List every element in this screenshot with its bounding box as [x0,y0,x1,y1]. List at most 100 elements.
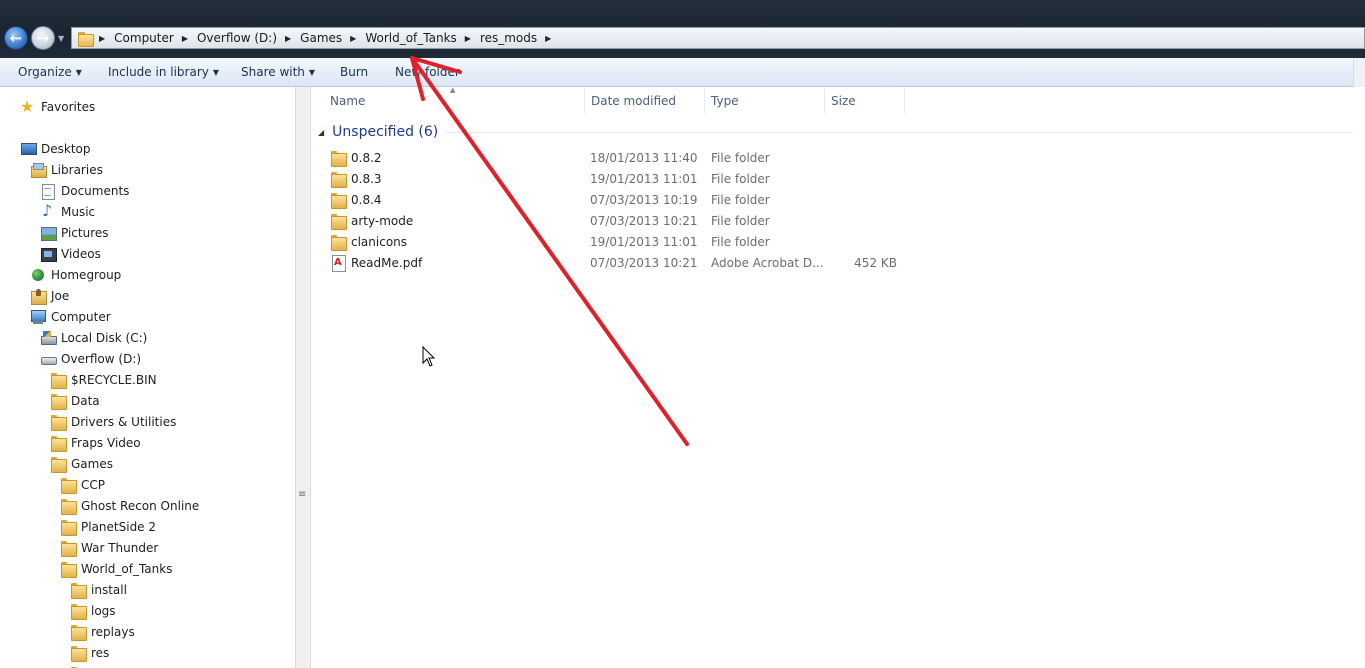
file-size: 452 KB [854,255,897,270]
file-type: File folder [711,234,770,249]
nav-res[interactable]: res [70,643,109,663]
nav-label: Fraps Video [71,436,141,450]
nav-label: Drivers & Utilities [71,415,177,429]
back-arrow-icon: ← [9,29,23,47]
chevron-right-icon: ▶ [350,33,357,43]
nav-ghost-recon[interactable]: Ghost Recon Online [60,496,199,516]
share-with-label: Share with [241,65,305,79]
column-header-label: Date modified [591,93,677,108]
file-row[interactable]: arty-mode 07/03/2013 10:21 File folder [330,210,910,231]
folder-icon [70,603,87,620]
navigation-pane: Favorites Desktop Libraries Documents Mu… [0,87,295,668]
pictures-icon [40,225,57,241]
file-row[interactable]: clanicons 19/01/2013 11:01 File folder [330,231,910,252]
recent-pages-dropdown-icon[interactable]: ▼ [58,34,64,43]
nav-favorites[interactable]: Favorites [20,97,95,117]
nav-label: res [91,646,110,660]
nav-games[interactable]: Games [50,454,113,474]
nav-label: Data [71,394,100,408]
nav-label: PlanetSide 2 [81,520,157,534]
folder-icon [60,561,77,578]
column-header-label: Type [711,93,739,108]
breadcrumb-overflow[interactable]: Overflow (D:) ▶ [197,31,300,45]
nav-label: Games [71,457,113,471]
nav-install[interactable]: install [70,580,127,600]
organize-button[interactable]: Organize ▼ [18,65,82,79]
folder-icon [50,435,67,452]
chevron-right-icon: ▶ [99,33,106,43]
nav-replays[interactable]: replays [70,622,135,642]
file-date: 07/03/2013 10:21 [590,255,698,270]
nav-drivers[interactable]: Drivers & Utilities [50,412,176,432]
content-right-edge [1353,87,1365,668]
file-row[interactable]: 0.8.3 19/01/2013 11:01 File folder [330,168,910,189]
column-header-type[interactable]: Type [705,88,825,113]
breadcrumb-computer[interactable]: Computer ▶ [114,31,197,45]
nav-world-of-tanks[interactable]: World_of_Tanks [60,559,172,579]
breadcrumb-label: Overflow (D:) [196,31,278,45]
file-row[interactable]: 0.8.2 18/01/2013 11:40 File folder [330,147,910,168]
folder-icon [330,234,347,251]
breadcrumb-res-mods[interactable]: res_mods ▶ [480,31,560,45]
nav-logs[interactable]: logs [70,601,116,621]
file-name: clanicons [351,234,408,249]
nav-documents[interactable]: Documents [40,181,129,201]
libraries-icon [30,162,47,178]
nav-label: War Thunder [81,541,159,555]
burn-button[interactable]: Burn [340,65,368,79]
file-name-cell: 0.8.2 [330,150,382,167]
nav-ccp[interactable]: CCP [60,475,105,495]
file-name-cell: clanicons [330,234,408,251]
file-type: File folder [711,192,770,207]
nav-recycle-bin[interactable]: $RECYCLE.BIN [50,370,157,390]
breadcrumb-games[interactable]: Games ▶ [300,31,365,45]
file-name-cell: arty-mode [330,213,413,230]
pdf-icon [330,254,346,272]
breadcrumb-world-of-tanks[interactable]: World_of_Tanks ▶ [365,31,480,45]
file-name: 0.8.2 [351,150,382,165]
file-row[interactable]: 0.8.4 07/03/2013 10:19 File folder [330,189,910,210]
breadcrumb-root-chevron[interactable]: ▶ [93,34,114,43]
nav-overflow[interactable]: Overflow (D:) [40,349,141,369]
nav-desktop[interactable]: Desktop [20,139,91,159]
column-header-size[interactable]: Size [825,88,905,113]
breadcrumb-label: Games [300,31,343,45]
nav-pictures[interactable]: Pictures [40,223,109,243]
nav-partial-item[interactable] [70,664,86,668]
file-type: File folder [711,213,770,228]
column-header-name[interactable]: Name [312,88,585,113]
back-button[interactable]: ← [4,26,28,50]
forward-button[interactable]: → [31,26,55,50]
nav-fraps[interactable]: Fraps Video [50,433,141,453]
folder-icon [50,393,67,410]
nav-local-disk[interactable]: Local Disk (C:) [40,328,147,348]
folder-icon [60,519,77,536]
caret-down-icon: ▼ [212,68,220,77]
file-name: 0.8.3 [351,171,382,186]
nav-computer[interactable]: Computer [30,307,111,327]
splitter-grip-icon: ≡ [298,489,307,500]
nav-libraries[interactable]: Libraries [30,160,103,180]
nav-data[interactable]: Data [50,391,100,411]
file-name: 0.8.4 [351,192,382,207]
nav-planetside[interactable]: PlanetSide 2 [60,517,156,537]
file-name-cell: ReadMe.pdf [330,254,422,272]
nav-war-thunder[interactable]: War Thunder [60,538,158,558]
include-in-library-button[interactable]: Include in library ▼ [108,65,219,79]
mouse-cursor-icon [422,346,436,367]
new-folder-button[interactable]: New folder [395,65,460,79]
navigation-pane-splitter[interactable]: ≡ [295,87,311,668]
file-row[interactable]: ReadMe.pdf 07/03/2013 10:21 Adobe Acroba… [330,252,910,273]
collapse-triangle-icon[interactable]: ◢ [318,128,324,137]
nav-music[interactable]: Music [40,201,95,222]
share-with-button[interactable]: Share with ▼ [241,65,315,79]
address-bar[interactable]: ▶ Computer ▶ Overflow (D:) ▶ Games ▶ World_… [71,27,1365,49]
nav-joe[interactable]: Joe [30,286,69,306]
folder-icon [50,414,67,431]
nav-videos[interactable]: Videos [40,244,101,264]
group-header-unspecified[interactable]: ◢ Unspecified (6) [318,122,1365,142]
nav-homegroup[interactable]: Homegroup [30,265,121,285]
file-date: 19/01/2013 11:01 [590,171,698,186]
column-header-date[interactable]: Date modified [585,88,705,113]
nav-label: install [91,583,127,597]
